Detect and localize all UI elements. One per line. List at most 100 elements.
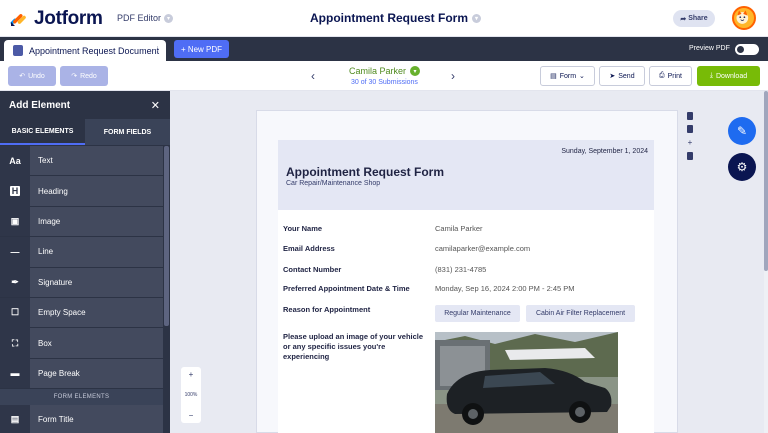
share-icon: ➦ bbox=[680, 15, 687, 23]
preview-pdf-toggle[interactable] bbox=[735, 44, 759, 55]
field-label: Reason for Appointment bbox=[283, 305, 371, 314]
field-label: Preferred Appointment Date & Time bbox=[283, 284, 410, 293]
element-label: Text bbox=[38, 156, 53, 166]
print-button[interactable]: ⎙ Print bbox=[649, 66, 692, 86]
jotform-logo-icon bbox=[10, 14, 26, 26]
document-tab-label: Appointment Request Document bbox=[29, 45, 160, 56]
send-icon: ➤ bbox=[609, 73, 616, 80]
avatar-icon bbox=[736, 10, 749, 24]
page-break-icon: ▬ bbox=[0, 358, 30, 389]
element-heading[interactable]: H Heading bbox=[0, 176, 163, 207]
zoom-in-button[interactable]: + bbox=[189, 370, 194, 379]
new-pdf-button[interactable]: + New PDF bbox=[174, 40, 229, 58]
add-page-icon[interactable]: + bbox=[688, 138, 693, 147]
document-tab[interactable]: Appointment Request Document ⋮ bbox=[4, 40, 166, 61]
chevron-down-icon: ▾ bbox=[164, 13, 174, 23]
element-form-title[interactable]: ▤ Form Title bbox=[0, 404, 163, 433]
pdf-page[interactable]: Sunday, September 1, 2024 Appointment Re… bbox=[278, 140, 654, 433]
form-dropdown-label: Form bbox=[559, 72, 577, 80]
document-icon bbox=[13, 45, 23, 56]
element-label: Image bbox=[38, 216, 61, 226]
field-label: Contact Number bbox=[283, 265, 342, 274]
element-empty-space[interactable]: ☐ Empty Space bbox=[0, 297, 163, 329]
undo-icon: ↶ bbox=[19, 73, 26, 80]
submission-count: 30 of 30 Submissions bbox=[351, 79, 418, 86]
element-label: Heading bbox=[38, 186, 68, 196]
toolbar: ↶ Undo ↷ Redo ‹ Camila Parker ▾ 30 of 30… bbox=[0, 61, 768, 91]
top-bar: Jotform PDF Editor ▾ Appointment Request… bbox=[0, 0, 768, 37]
zoom-level: 100% bbox=[184, 392, 198, 398]
submitter-name[interactable]: Camila Parker ▾ bbox=[349, 66, 421, 76]
pdf-editor-label: PDF Editor bbox=[117, 13, 162, 23]
form-icon: ▤ bbox=[550, 73, 557, 80]
kebab-menu-icon[interactable]: ⋮ bbox=[153, 45, 162, 56]
panel-scrollbar[interactable] bbox=[163, 146, 170, 433]
bookmark-icon[interactable] bbox=[687, 125, 693, 133]
preview-pdf-label: Preview PDF bbox=[689, 45, 730, 52]
form-title-icon: ▤ bbox=[0, 404, 30, 433]
box-icon: ⛶ bbox=[0, 328, 30, 359]
page-settings-icon[interactable] bbox=[687, 112, 693, 120]
redo-label: Redo bbox=[80, 72, 97, 80]
panel-tabs: BASIC ELEMENTS FORM FIELDS bbox=[0, 119, 170, 145]
element-list: Aa Text H Heading ▣ Image — Line ✒ Signa… bbox=[0, 145, 163, 433]
line-icon: — bbox=[0, 236, 30, 267]
share-button[interactable]: ➦ Share bbox=[673, 10, 715, 27]
print-icon: ⎙ bbox=[658, 72, 665, 79]
uploaded-car-image bbox=[435, 332, 618, 433]
element-text[interactable]: Aa Text bbox=[0, 145, 163, 177]
close-icon[interactable]: ✕ bbox=[151, 99, 160, 112]
field-value: camilaparker@example.com bbox=[435, 244, 531, 253]
redo-icon: ↷ bbox=[71, 73, 78, 80]
settings-button[interactable]: ⚙ bbox=[728, 153, 756, 181]
submitter-name-label: Camila Parker bbox=[349, 66, 407, 76]
previous-submission-icon[interactable]: ‹ bbox=[311, 69, 315, 83]
element-image[interactable]: ▣ Image bbox=[0, 206, 163, 238]
submission-date: Sunday, September 1, 2024 bbox=[561, 148, 648, 155]
zoom-out-button[interactable]: − bbox=[189, 411, 194, 420]
element-signature[interactable]: ✒ Signature bbox=[0, 267, 163, 298]
tab-form-fields[interactable]: FORM FIELDS bbox=[85, 119, 170, 145]
send-button[interactable]: ➤ Send bbox=[599, 66, 645, 86]
undo-button[interactable]: ↶ Undo bbox=[8, 66, 56, 86]
tab-basic-elements[interactable]: BASIC ELEMENTS bbox=[0, 119, 85, 145]
redo-button[interactable]: ↷ Redo bbox=[60, 66, 108, 86]
paint-roller-icon: ✎ bbox=[736, 124, 748, 138]
form-elements-section: FORM ELEMENTS bbox=[0, 389, 163, 406]
upload-label: Please upload an image of your vehicle o… bbox=[283, 332, 424, 361]
reason-tag: Cabin Air Filter Replacement bbox=[526, 305, 635, 322]
avatar[interactable] bbox=[732, 6, 756, 30]
canvas-scrollbar[interactable] bbox=[764, 91, 768, 433]
image-icon: ▣ bbox=[0, 206, 30, 237]
document-tab-bar: Appointment Request Document ⋮ + New PDF… bbox=[0, 37, 768, 61]
element-label: Line bbox=[38, 247, 54, 257]
document-title: Appointment Request Form bbox=[286, 165, 444, 179]
reason-tag: Regular Maintenance bbox=[435, 305, 520, 322]
download-label: Download bbox=[715, 72, 748, 80]
pdf-editor-menu[interactable]: PDF Editor ▾ bbox=[117, 13, 174, 23]
element-page-break[interactable]: ▬ Page Break bbox=[0, 358, 163, 390]
add-element-panel: Add Element ✕ BASIC ELEMENTS FORM FIELDS… bbox=[0, 91, 170, 433]
element-label: Empty Space bbox=[38, 308, 86, 318]
element-line[interactable]: — Line bbox=[0, 236, 163, 268]
chevron-down-icon: ▾ bbox=[472, 13, 481, 23]
design-button[interactable]: ✎ bbox=[728, 117, 756, 145]
field-value: Monday, Sep 16, 2024 2:00 PM - 2:45 PM bbox=[435, 284, 575, 293]
car-photo bbox=[435, 332, 618, 433]
print-label: Print bbox=[667, 72, 682, 80]
form-dropdown[interactable]: ▤ Form ⌄ bbox=[540, 66, 595, 86]
logo-text: Jotform bbox=[34, 8, 103, 29]
share-label: Share bbox=[688, 15, 708, 22]
element-box[interactable]: ⛶ Box bbox=[0, 328, 163, 359]
chevron-down-icon: ▾ bbox=[410, 66, 421, 76]
delete-icon[interactable] bbox=[687, 152, 693, 160]
form-title: Appointment Request Form bbox=[310, 11, 468, 25]
form-title-menu[interactable]: Appointment Request Form ▾ bbox=[310, 11, 481, 25]
send-label: Send bbox=[618, 72, 635, 80]
element-label: Form Title bbox=[38, 415, 74, 425]
next-submission-icon[interactable]: › bbox=[451, 69, 455, 83]
document-subtitle: Car Repair/Maintenance Shop bbox=[286, 180, 381, 187]
page-header: Sunday, September 1, 2024 Appointment Re… bbox=[278, 140, 654, 210]
download-button[interactable]: ⤓ Download bbox=[697, 66, 760, 86]
jotform-logo[interactable]: Jotform bbox=[9, 8, 103, 30]
